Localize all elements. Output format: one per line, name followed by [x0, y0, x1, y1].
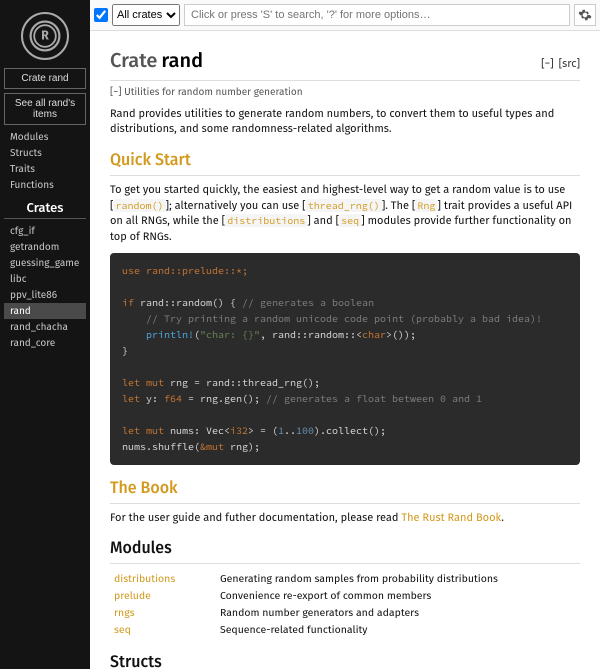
crate-label: Crate [110, 49, 157, 73]
table-row: preludeConvenience re-export of common m… [110, 587, 580, 604]
modules-table: distributionsGenerating random samples f… [110, 570, 580, 639]
book-link[interactable]: The Rust Rand Book [401, 511, 501, 524]
crates-list: cfg_if getrandom guessing_game libc ppv_… [4, 223, 86, 351]
code-example: use rand::prelude::*; if rand::random() … [110, 253, 580, 465]
gear-icon [578, 8, 592, 22]
nav-functions[interactable]: Functions [4, 177, 86, 193]
crate-name: rand [161, 49, 203, 73]
mod-prelude[interactable]: prelude [114, 589, 151, 602]
rust-logo: R [21, 12, 69, 60]
svg-text:R: R [41, 30, 49, 44]
modules-heading: Modules [110, 537, 580, 563]
crate-rand_chacha[interactable]: rand_chacha [4, 319, 86, 335]
crate-button[interactable]: Crate rand [4, 68, 86, 89]
section-nav: Modules Structs Traits Functions [4, 129, 86, 193]
table-row: seqSequence-related functionality [110, 621, 580, 638]
src-link[interactable]: [src] [559, 57, 580, 70]
source-checkbox[interactable] [94, 8, 108, 22]
rust-logo-icon: R [27, 18, 63, 54]
all-items-button[interactable]: See all rand's items [4, 93, 86, 125]
page-title: Craterand [−] [src] [110, 47, 580, 81]
crate-ppv_lite86[interactable]: ppv_lite86 [4, 287, 86, 303]
nav-structs[interactable]: Structs [4, 145, 86, 161]
nav-modules[interactable]: Modules [4, 129, 86, 145]
settings-button[interactable] [574, 4, 596, 26]
mod-seq[interactable]: seq [114, 623, 131, 636]
quick-start-text: To get you started quickly, the easiest … [110, 182, 580, 246]
crate-guessing_game[interactable]: guessing_game [4, 255, 86, 271]
structs-heading: Structs [110, 651, 580, 669]
quick-start-heading: Quick Start [110, 149, 580, 175]
crate-cfg_if[interactable]: cfg_if [4, 223, 86, 239]
link-random[interactable]: random() [116, 199, 164, 212]
summary-toggle-line[interactable]: [−] Utilities for random number generati… [110, 85, 580, 100]
link-seq[interactable]: seq [341, 214, 359, 227]
table-row: distributionsGenerating random samples f… [110, 570, 580, 587]
book-text: For the user guide and futher documentat… [110, 510, 580, 526]
link-thread_rng[interactable]: thread_rng() [308, 199, 380, 212]
crate-libc[interactable]: libc [4, 271, 86, 287]
link-distributions[interactable]: distributions [227, 214, 305, 227]
crate-rand[interactable]: rand [4, 303, 86, 319]
book-heading: The Book [110, 477, 580, 503]
table-row: rngsRandom number generators and adapter… [110, 604, 580, 621]
mod-distributions[interactable]: distributions [114, 572, 175, 585]
crates-heading: Crates [4, 201, 86, 219]
intro-text: Rand provides utilities to generate rand… [110, 106, 580, 138]
collapse-toggle[interactable]: [−] [541, 57, 554, 70]
mod-rngs[interactable]: rngs [114, 606, 135, 619]
link-rng-trait[interactable]: Rng [417, 199, 435, 212]
search-input[interactable] [184, 4, 570, 26]
crate-getrandom[interactable]: getrandom [4, 239, 86, 255]
nav-traits[interactable]: Traits [4, 161, 86, 177]
crate-scope-select[interactable]: All crates [112, 4, 180, 26]
crate-rand_core[interactable]: rand_core [4, 335, 86, 351]
